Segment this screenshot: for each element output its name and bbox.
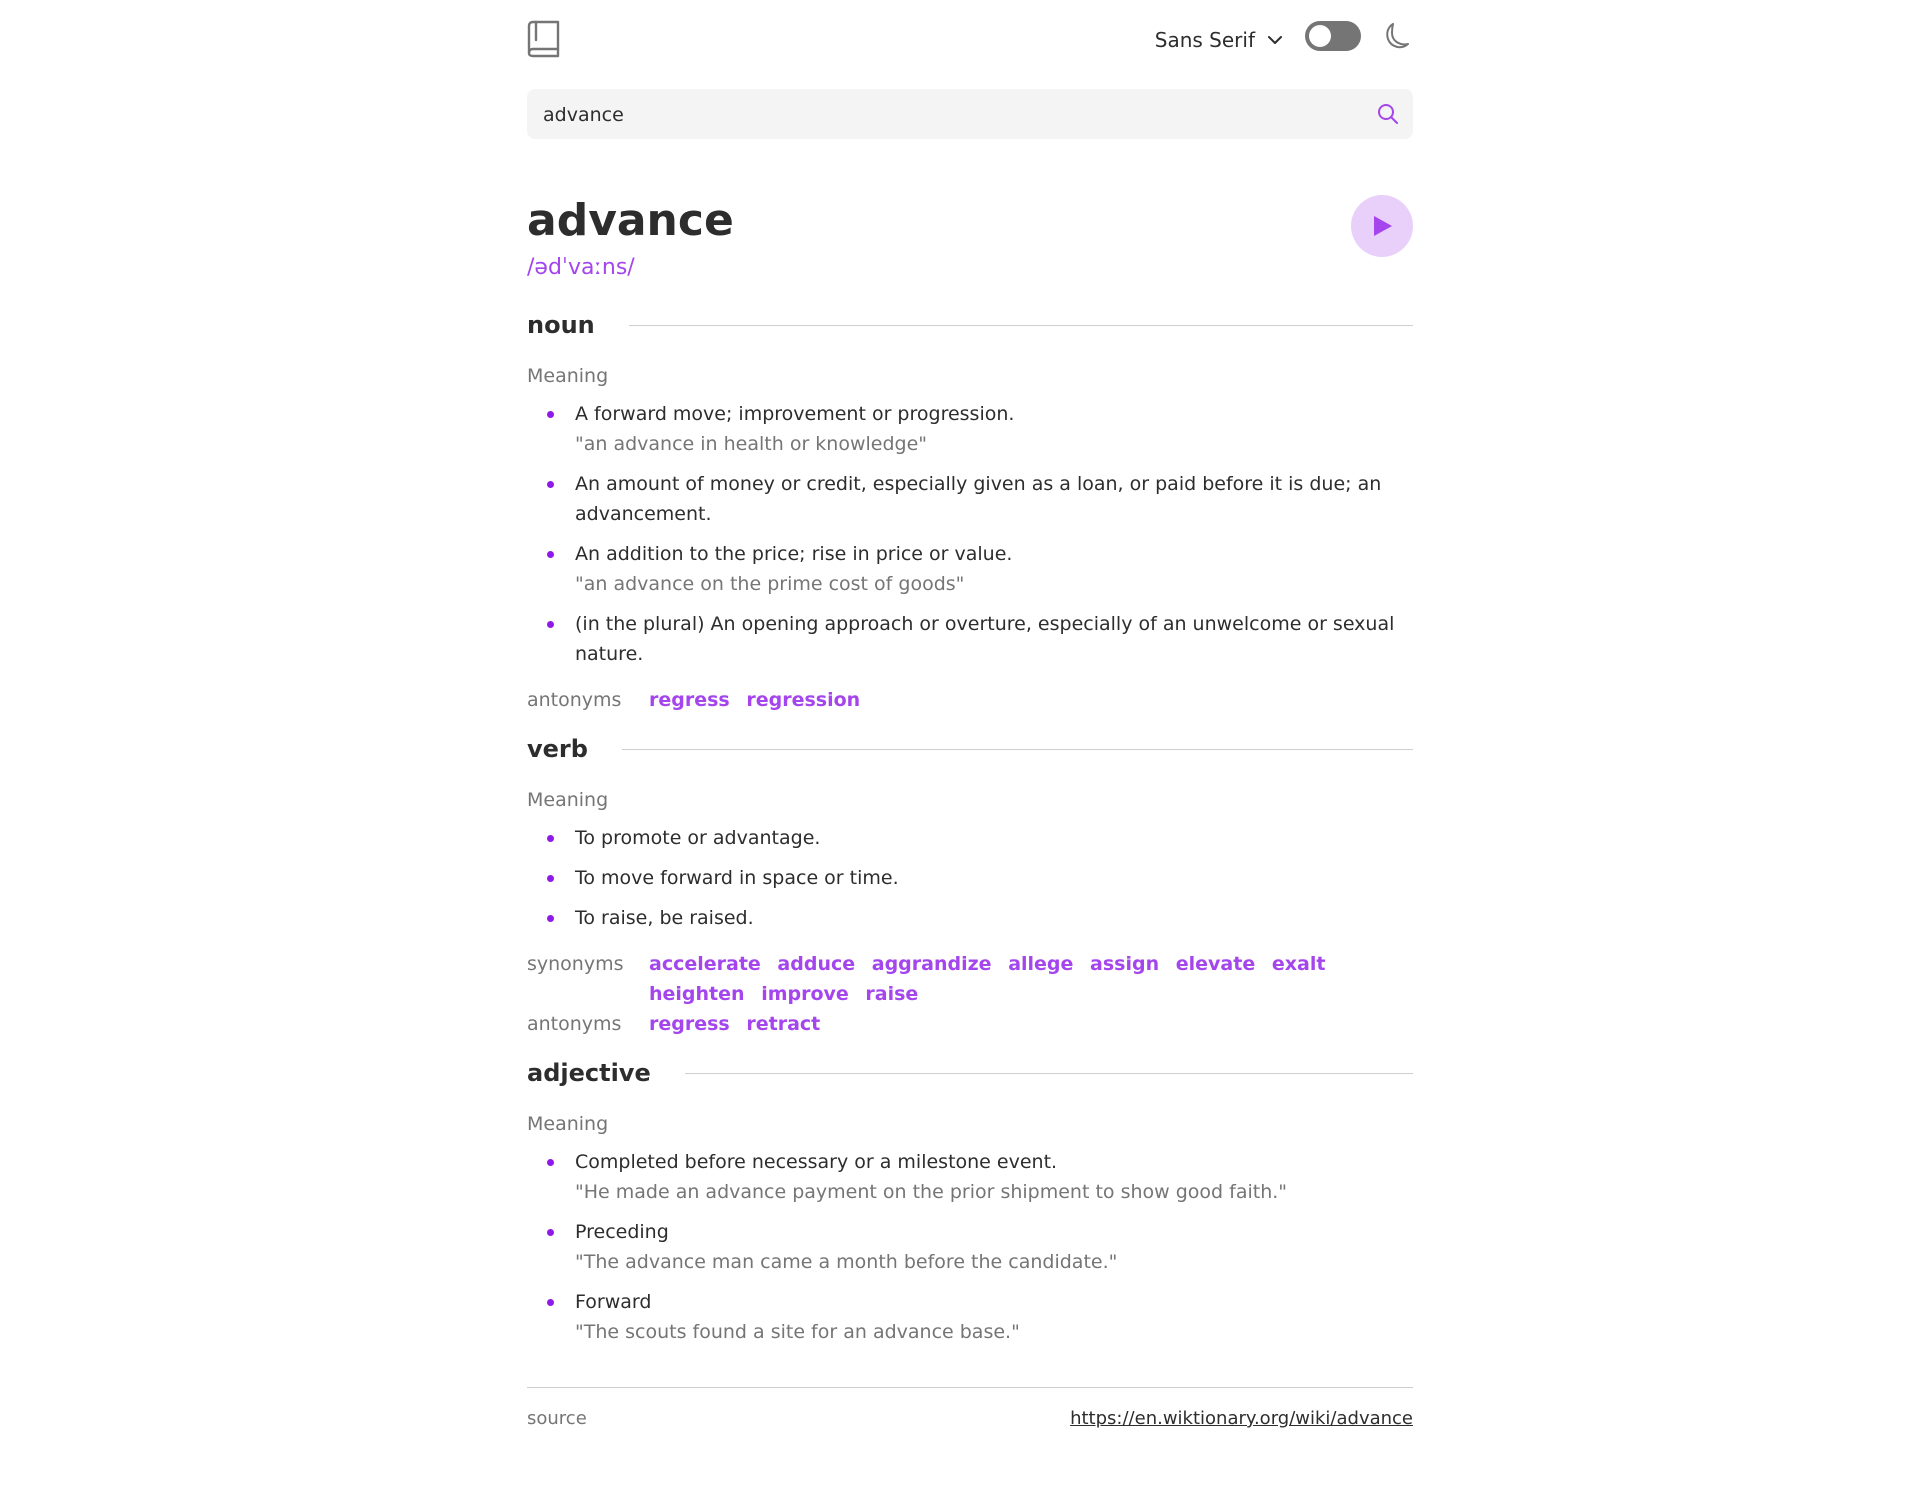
- definition-item: A forward move; improvement or progressi…: [527, 399, 1413, 459]
- definition-example: "He made an advance payment on the prior…: [575, 1181, 1288, 1203]
- meaning-section-verb: verb Meaning To promote or advantage. To…: [527, 735, 1413, 1039]
- part-of-speech: noun: [527, 311, 595, 339]
- antonyms-label: antonyms: [527, 1013, 622, 1035]
- synonyms-row: synonyms accelerate adduce aggrandize al…: [527, 949, 1413, 1009]
- definition-item: Preceding "The advance man came a month …: [527, 1217, 1413, 1277]
- header-controls: Sans Serif: [1155, 18, 1413, 54]
- font-dropdown-label: Sans Serif: [1154, 28, 1255, 52]
- word-title: advance: [527, 195, 734, 246]
- bullet: [547, 1299, 554, 1306]
- bullet: [547, 1159, 554, 1166]
- synonym-link[interactable]: improve: [761, 983, 849, 1005]
- definition-item: Forward "The scouts found a site for an …: [527, 1287, 1413, 1347]
- meaning-section-adjective: adjective Meaning Completed before neces…: [527, 1059, 1413, 1347]
- antonyms-row: antonyms regress retract: [527, 1009, 1413, 1039]
- header: Sans Serif: [527, 0, 1413, 79]
- meaning-section-noun: noun Meaning A forward move; improvement…: [527, 311, 1413, 715]
- play-icon: [1374, 216, 1392, 236]
- antonyms-label: antonyms: [527, 689, 622, 711]
- synonym-link[interactable]: accelerate: [649, 953, 761, 975]
- moon-icon[interactable]: [1383, 21, 1413, 51]
- definition-example: "an advance on the prime cost of goods": [575, 573, 965, 595]
- definition-item: (in the plural) An opening approach or o…: [527, 609, 1413, 669]
- source-link[interactable]: https://en.wiktionary.org/wiki/advance: [1070, 1408, 1413, 1429]
- synonym-link[interactable]: assign: [1090, 953, 1159, 975]
- synonym-link[interactable]: exalt: [1272, 953, 1326, 975]
- antonym-link[interactable]: regress: [649, 689, 730, 711]
- definition-text: To raise, be raised.: [575, 907, 754, 929]
- divider: [628, 324, 1413, 326]
- chevron-down-icon: [1268, 36, 1282, 44]
- synonym-link[interactable]: elevate: [1176, 953, 1255, 975]
- synonym-link[interactable]: raise: [865, 983, 918, 1005]
- divider: [684, 1072, 1413, 1074]
- antonym-link[interactable]: retract: [746, 1013, 820, 1035]
- synonym-link[interactable]: aggrandize: [872, 953, 992, 975]
- dictionary-app: Sans Serif advance /ədˈvaːns/ noun: [527, 0, 1413, 1429]
- word-header: advance /ədˈvaːns/: [527, 195, 1413, 291]
- phonetic: /ədˈvaːns/: [527, 255, 635, 280]
- definition-list: A forward move; improvement or progressi…: [527, 399, 1413, 669]
- definition-text: An amount of money or credit, especially…: [575, 473, 1382, 525]
- bullet: [547, 411, 554, 418]
- synonyms-label: synonyms: [527, 953, 624, 975]
- book-icon[interactable]: [527, 20, 561, 58]
- part-of-speech: verb: [527, 735, 588, 763]
- antonym-link[interactable]: regress: [649, 1013, 730, 1035]
- divider: [621, 748, 1413, 750]
- definition-text: Completed before necessary or a mileston…: [575, 1151, 1058, 1173]
- definition-example: "an advance in health or knowledge": [575, 433, 928, 455]
- antonyms-list: regress regression: [649, 685, 1389, 715]
- bullet: [547, 481, 554, 488]
- meaning-label: Meaning: [527, 1113, 609, 1135]
- theme-toggle[interactable]: [1305, 21, 1361, 51]
- definition-text: Forward: [575, 1291, 652, 1313]
- antonyms-row: antonyms regress regression: [527, 685, 1413, 715]
- bullet: [547, 835, 554, 842]
- antonym-link[interactable]: regression: [746, 689, 860, 711]
- toggle-knob: [1309, 25, 1331, 47]
- bullet: [547, 1229, 554, 1236]
- definition-text: To promote or advantage.: [575, 827, 821, 849]
- search-bar: [527, 89, 1413, 141]
- synonym-link[interactable]: allege: [1008, 953, 1073, 975]
- bullet: [547, 875, 554, 882]
- meaning-label: Meaning: [527, 365, 609, 387]
- definition-item: To move forward in space or time.: [527, 863, 1413, 893]
- search-icon[interactable]: [1377, 103, 1399, 125]
- pos-row: noun: [527, 311, 1413, 339]
- synonyms-list: accelerate adduce aggrandize allege assi…: [649, 949, 1389, 1009]
- antonyms-list: regress retract: [649, 1009, 1389, 1039]
- definition-example: "The advance man came a month before the…: [575, 1251, 1118, 1273]
- definition-list: To promote or advantage. To move forward…: [527, 823, 1413, 933]
- play-audio-button[interactable]: [1351, 195, 1413, 257]
- synonym-link[interactable]: adduce: [777, 953, 855, 975]
- definition-text: Preceding: [575, 1221, 669, 1243]
- definition-item: To raise, be raised.: [527, 903, 1413, 933]
- definition-item: Completed before necessary or a mileston…: [527, 1147, 1413, 1207]
- definition-item: An addition to the price; rise in price …: [527, 539, 1413, 599]
- bullet: [547, 621, 554, 628]
- definition-text: To move forward in space or time.: [575, 867, 899, 889]
- definition-text: An addition to the price; rise in price …: [575, 543, 1013, 565]
- pos-row: adjective: [527, 1059, 1413, 1087]
- definition-item: To promote or advantage.: [527, 823, 1413, 853]
- font-dropdown[interactable]: Sans Serif: [1155, 28, 1283, 52]
- footer-divider: [527, 1387, 1413, 1388]
- source-label: source: [527, 1408, 587, 1429]
- definition-example: "The scouts found a site for an advance …: [575, 1321, 1020, 1343]
- meaning-label: Meaning: [527, 789, 609, 811]
- definition-item: An amount of money or credit, especially…: [527, 469, 1413, 529]
- definition-list: Completed before necessary or a mileston…: [527, 1147, 1413, 1347]
- synonym-link[interactable]: heighten: [649, 983, 745, 1005]
- search-input[interactable]: [541, 89, 1345, 141]
- footer: source https://en.wiktionary.org/wiki/ad…: [527, 1408, 1413, 1429]
- definition-text: A forward move; improvement or progressi…: [575, 403, 1015, 425]
- part-of-speech: adjective: [527, 1059, 651, 1087]
- bullet: [547, 915, 554, 922]
- definition-text: (in the plural) An opening approach or o…: [575, 613, 1395, 665]
- bullet: [547, 551, 554, 558]
- pos-row: verb: [527, 735, 1413, 763]
